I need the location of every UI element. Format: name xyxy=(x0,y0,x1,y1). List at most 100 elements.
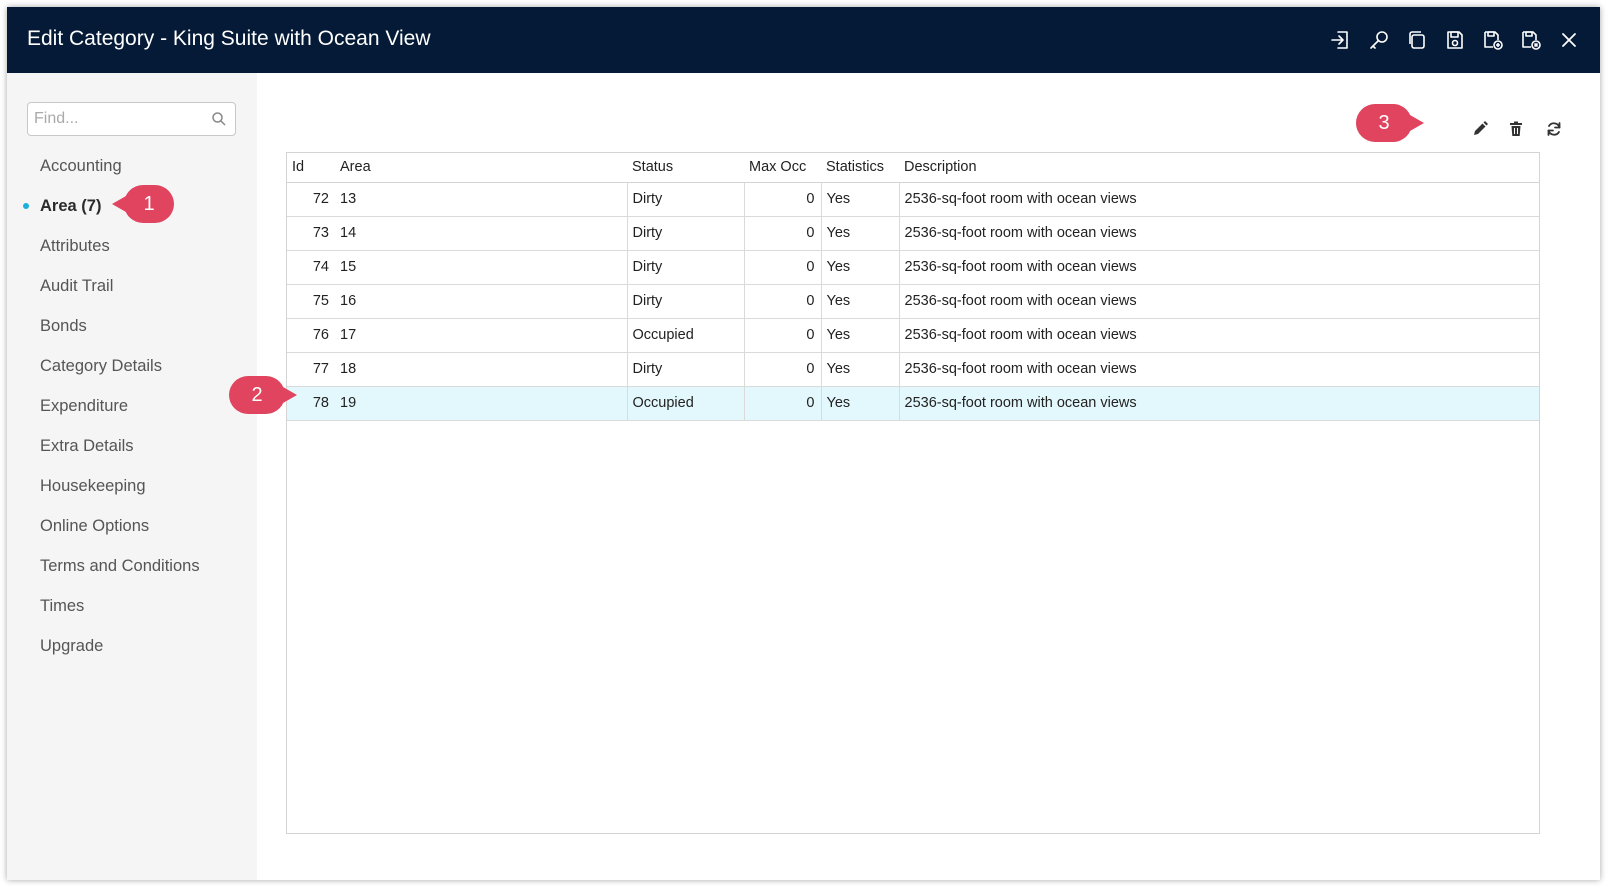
sidebar-item-category-details[interactable]: Category Details xyxy=(7,346,257,386)
table-row[interactable]: 76 17 Occupied 0 Yes 2536-sq-foot room w… xyxy=(287,318,1539,353)
callout-marker-1: 1 xyxy=(112,185,174,223)
cell-max-occ: 0 xyxy=(743,216,821,251)
sidebar-item-label: Terms and Conditions xyxy=(40,557,200,575)
cell-description: 2536-sq-foot room with ocean views xyxy=(898,318,1539,353)
cell-id: 74 xyxy=(287,250,335,285)
column-header-status[interactable]: Status xyxy=(627,153,744,183)
column-header-description[interactable]: Description xyxy=(899,153,1539,183)
active-indicator-dot xyxy=(23,203,29,209)
sidebar-item-online-options[interactable]: Online Options xyxy=(7,506,257,546)
title-bar-actions xyxy=(1322,25,1588,55)
grid-toolbar xyxy=(1300,111,1600,147)
find-box xyxy=(27,102,236,136)
cell-max-occ: 0 xyxy=(743,284,821,319)
sidebar-item-accounting[interactable]: Accounting xyxy=(7,146,257,186)
sidebar-item-label: Audit Trail xyxy=(40,277,114,295)
sidebar-item-label: Area (7) xyxy=(40,197,102,215)
sidebar-item-extra-details[interactable]: Extra Details xyxy=(7,426,257,466)
cell-statistics: Yes xyxy=(820,352,899,387)
cell-statistics: Yes xyxy=(820,182,899,217)
find-input[interactable] xyxy=(28,103,203,135)
cell-area: 18 xyxy=(335,352,627,387)
save-and-add-icon[interactable] xyxy=(1474,25,1512,55)
sidebar-item-label: Times xyxy=(40,597,85,615)
sidebar-item-expenditure[interactable]: Expenditure xyxy=(7,386,257,426)
close-icon[interactable] xyxy=(1550,25,1588,55)
sidebar-item-bonds[interactable]: Bonds xyxy=(7,306,257,346)
edit-category-window: Edit Category - King Suite with Ocean Vi… xyxy=(7,7,1600,880)
column-header-max-occ[interactable]: Max Occ xyxy=(744,153,821,183)
cell-description: 2536-sq-foot room with ocean views xyxy=(898,386,1539,421)
cell-id: 77 xyxy=(287,352,335,387)
cell-max-occ: 0 xyxy=(743,250,821,285)
cell-statistics: Yes xyxy=(820,250,899,285)
table-row[interactable]: 77 18 Dirty 0 Yes 2536-sq-foot room with… xyxy=(287,352,1539,387)
sidebar-item-label: Bonds xyxy=(40,317,87,335)
main-panel: Id Area Status Max Occ Statistics Descri… xyxy=(257,73,1600,880)
delete-icon[interactable] xyxy=(1504,117,1528,141)
sidebar-item-label: Online Options xyxy=(40,517,150,535)
cell-description: 2536-sq-foot room with ocean views xyxy=(898,352,1539,387)
callout-marker-3: 3 xyxy=(1356,104,1424,142)
cell-status: Occupied xyxy=(626,318,744,353)
cell-area: 14 xyxy=(335,216,627,251)
cell-status: Dirty xyxy=(626,284,744,319)
cell-status: Dirty xyxy=(626,352,744,387)
title-bar: Edit Category - King Suite with Ocean Vi… xyxy=(7,7,1600,73)
sidebar-item-label: Housekeeping xyxy=(40,477,146,495)
save-and-close-icon[interactable] xyxy=(1512,25,1550,55)
copy-icon[interactable] xyxy=(1398,25,1436,55)
cell-id: 76 xyxy=(287,318,335,353)
cell-statistics: Yes xyxy=(820,318,899,353)
sidebar-item-label: Upgrade xyxy=(40,637,104,655)
sidebar-item-label: Category Details xyxy=(40,357,162,375)
refresh-icon[interactable] xyxy=(1542,117,1566,141)
window-title: Edit Category - King Suite with Ocean Vi… xyxy=(27,27,431,50)
cell-id: 75 xyxy=(287,284,335,319)
sidebar-item-label: Attributes xyxy=(40,237,110,255)
sidebar-item-housekeeping[interactable]: Housekeeping xyxy=(7,466,257,506)
search-icon[interactable] xyxy=(211,111,227,127)
cell-status: Dirty xyxy=(626,250,744,285)
sidebar-nav: Accounting Area (7) Attributes Audit Tra… xyxy=(7,146,257,666)
column-header-area[interactable]: Area xyxy=(335,153,627,183)
column-header-id[interactable]: Id xyxy=(287,153,335,183)
cell-statistics: Yes xyxy=(820,284,899,319)
table-row[interactable]: 73 14 Dirty 0 Yes 2536-sq-foot room with… xyxy=(287,216,1539,251)
key-icon[interactable] xyxy=(1360,25,1398,55)
area-table: Id Area Status Max Occ Statistics Descri… xyxy=(287,153,1539,421)
sidebar-item-terms-and-conditions[interactable]: Terms and Conditions xyxy=(7,546,257,586)
cell-status: Dirty xyxy=(626,182,744,217)
cell-area: 13 xyxy=(335,182,627,217)
table-header-row: Id Area Status Max Occ Statistics Descri… xyxy=(287,153,1539,183)
cell-area: 19 xyxy=(335,386,627,421)
sidebar-item-audit-trail[interactable]: Audit Trail xyxy=(7,266,257,306)
sign-in-icon[interactable] xyxy=(1322,25,1360,55)
sidebar-item-label: Extra Details xyxy=(40,437,134,455)
cell-description: 2536-sq-foot room with ocean views xyxy=(898,182,1539,217)
cell-statistics: Yes xyxy=(820,216,899,251)
table-row[interactable]: 75 16 Dirty 0 Yes 2536-sq-foot room with… xyxy=(287,284,1539,319)
cell-status: Dirty xyxy=(626,216,744,251)
area-grid: Id Area Status Max Occ Statistics Descri… xyxy=(286,152,1540,834)
cell-description: 2536-sq-foot room with ocean views xyxy=(898,284,1539,319)
sidebar-item-label: Accounting xyxy=(40,157,122,175)
cell-statistics: Yes xyxy=(820,386,899,421)
cell-max-occ: 0 xyxy=(743,182,821,217)
column-header-statistics[interactable]: Statistics xyxy=(821,153,899,183)
callout-marker-2: 2 xyxy=(229,376,297,414)
cell-max-occ: 0 xyxy=(743,352,821,387)
cell-area: 15 xyxy=(335,250,627,285)
cell-area: 17 xyxy=(335,318,627,353)
cell-status: Occupied xyxy=(626,386,744,421)
cell-area: 16 xyxy=(335,284,627,319)
table-row[interactable]: 74 15 Dirty 0 Yes 2536-sq-foot room with… xyxy=(287,250,1539,285)
edit-icon[interactable] xyxy=(1468,117,1492,141)
sidebar-item-times[interactable]: Times xyxy=(7,586,257,626)
table-row-selected[interactable]: 78 19 Occupied 0 Yes 2536-sq-foot room w… xyxy=(287,386,1539,421)
table-row[interactable]: 72 13 Dirty 0 Yes 2536-sq-foot room with… xyxy=(287,182,1539,217)
sidebar-item-attributes[interactable]: Attributes xyxy=(7,226,257,266)
save-icon[interactable] xyxy=(1436,25,1474,55)
sidebar-item-upgrade[interactable]: Upgrade xyxy=(7,626,257,666)
cell-id: 72 xyxy=(287,182,335,217)
